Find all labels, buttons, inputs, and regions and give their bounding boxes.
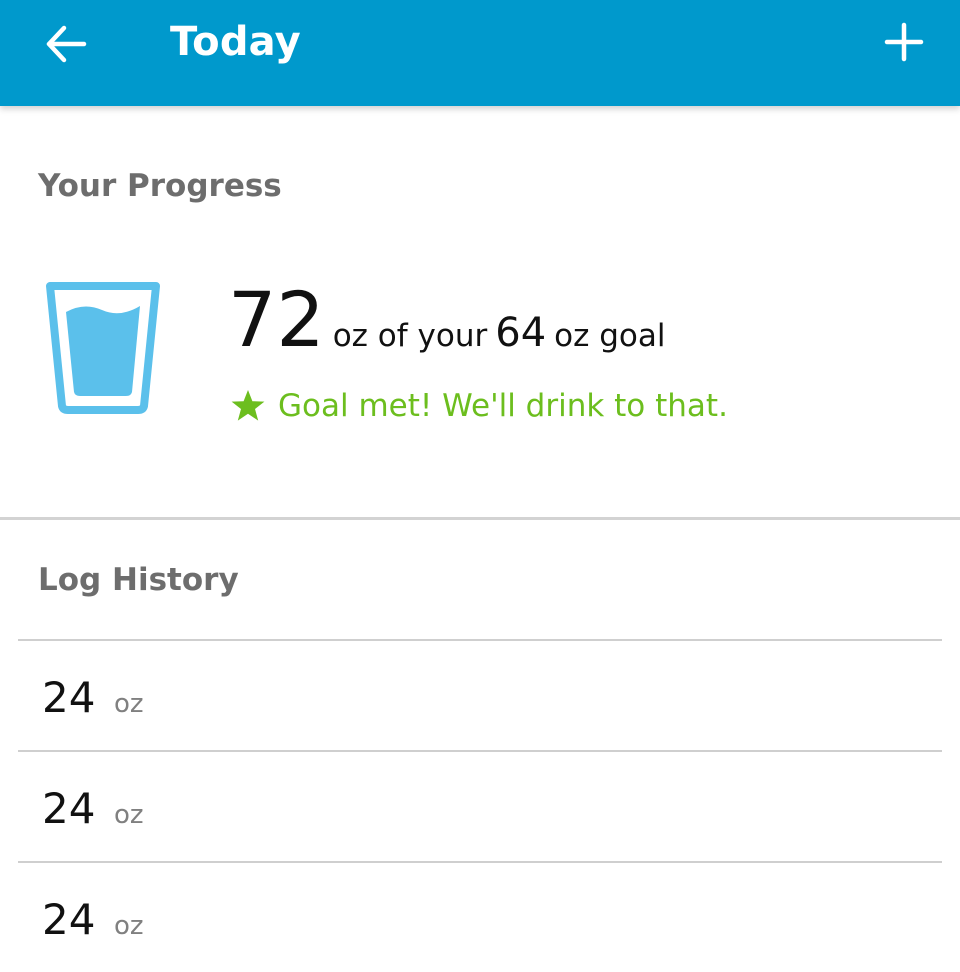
log-entry[interactable]: 24 oz (18, 750, 942, 861)
progress-middle-text: oz of your (332, 318, 488, 354)
goal-message: Goal met! We'll drink to that. (230, 384, 728, 428)
consumed-amount: 72 (228, 275, 325, 364)
progress-section: Your Progress 72 oz of your 64 oz goal Goal… (0, 106, 960, 518)
add-button[interactable] (872, 10, 936, 74)
log-entry-amount: 24 (42, 895, 96, 944)
app-bar: Today (0, 0, 960, 106)
goal-amount: 64 (495, 310, 547, 356)
log-history-list: 24 oz 24 oz 24 oz (18, 639, 942, 972)
log-entry-unit: oz (114, 689, 144, 719)
water-glass-icon (46, 282, 160, 414)
goal-message-text: Goal met! We'll drink to that. (278, 388, 728, 424)
log-history-heading: Log History (38, 562, 239, 598)
log-entry-unit: oz (114, 800, 144, 830)
star-icon (231, 390, 265, 421)
log-entry-amount: 24 (42, 673, 96, 722)
back-button[interactable] (34, 12, 98, 76)
log-entry[interactable]: 24 oz (18, 861, 942, 972)
log-entry-unit: oz (114, 911, 144, 941)
progress-heading: Your Progress (38, 168, 282, 204)
section-divider (0, 517, 960, 520)
progress-summary: 72 oz of your 64 oz goal (228, 270, 666, 370)
arrow-left-icon (46, 25, 87, 63)
goal-unit-text: oz goal (554, 318, 666, 354)
log-entry-amount: 24 (42, 784, 96, 833)
page-title: Today (170, 19, 301, 65)
plus-icon (884, 22, 924, 62)
log-entry[interactable]: 24 oz (18, 639, 942, 750)
